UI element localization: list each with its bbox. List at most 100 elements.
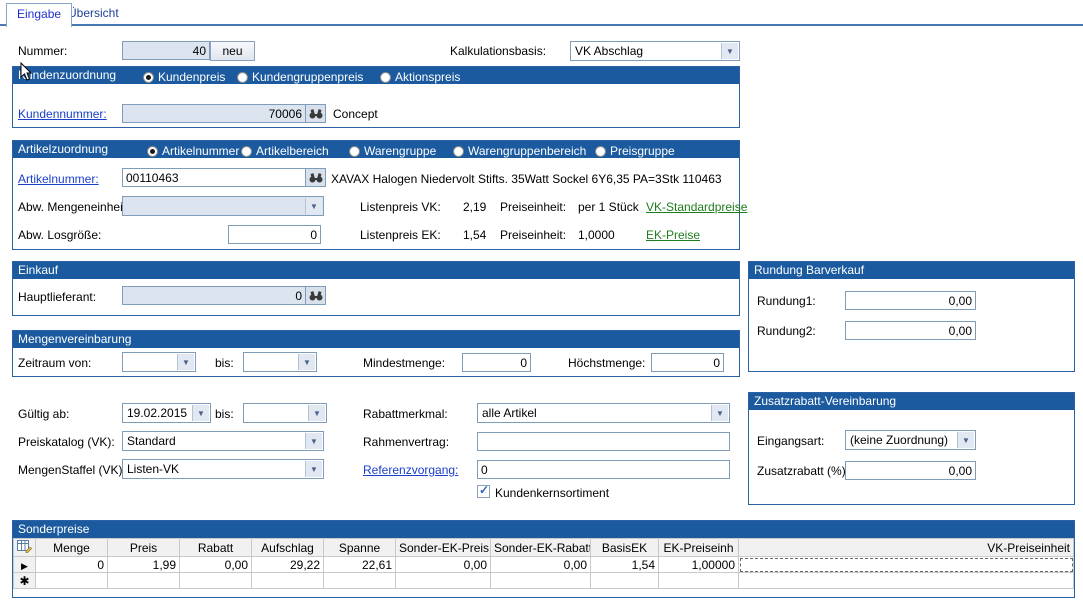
nummer-label: Nummer: <box>18 44 67 58</box>
artikelnummer-link[interactable]: Artikelnummer: <box>18 172 99 186</box>
zeitraum-bis-label: bis: <box>215 356 234 370</box>
abw-mengeneinheit-select[interactable] <box>122 196 324 216</box>
mengenvereinbarung-title: Mengenvereinbarung <box>18 332 131 346</box>
artikelnummer-lookup-button[interactable] <box>305 168 326 187</box>
cell-empty[interactable] <box>36 573 108 589</box>
table-row: ▶ 0 1,99 0,00 29,22 22,61 0,00 0,00 1,54… <box>14 557 1074 573</box>
rundung1-field[interactable] <box>845 291 976 310</box>
cell-empty[interactable] <box>396 573 491 589</box>
sonderpreise-group: Sonderpreise Menge Preis Rabatt Aufschla… <box>12 520 1075 598</box>
kundenzuordnung-header: Kundenzuordnung Kundenpreis Kundengruppe… <box>13 67 739 84</box>
eingangsart-select[interactable]: (keine Zuordnung) <box>845 430 976 450</box>
cell-empty[interactable] <box>252 573 324 589</box>
artikel-description: XAVAX Halogen Niedervolt Stifts. 35Watt … <box>331 172 722 186</box>
zusatzrabatt-field[interactable] <box>845 461 976 480</box>
mindestmenge-field[interactable] <box>462 353 531 372</box>
radio-aktionspreis[interactable]: Aktionspreis <box>380 69 460 86</box>
radio-preisgruppe[interactable]: Preisgruppe <box>595 143 675 160</box>
kalkulationsbasis-label: Kalkulationsbasis: <box>450 44 546 58</box>
cell-empty[interactable] <box>591 573 659 589</box>
hauptlieferant-field[interactable] <box>122 286 306 305</box>
cell-preis[interactable]: 1,99 <box>108 557 180 573</box>
mouse-cursor <box>20 62 32 81</box>
hauptlieferant-lookup-button[interactable] <box>305 286 326 305</box>
einkauf-header: Einkauf <box>13 262 739 279</box>
artikelnummer-field[interactable] <box>122 168 306 187</box>
cell-sonder-ek-rabatt[interactable]: 0,00 <box>491 557 591 573</box>
rahmenvertrag-field[interactable] <box>477 432 730 451</box>
referenzvorgang-field[interactable] <box>477 460 730 479</box>
radio-warengruppenbereich[interactable]: Warengruppenbereich <box>453 143 586 160</box>
column-header-basisek[interactable]: BasisEK <box>591 539 659 557</box>
cell-spanne[interactable]: 22,61 <box>324 557 396 573</box>
column-header-menge[interactable]: Menge <box>36 539 108 557</box>
radio-kundenpreis[interactable]: Kundenpreis <box>143 69 225 86</box>
table-corner-cell[interactable] <box>14 539 36 557</box>
cell-menge[interactable]: 0 <box>36 557 108 573</box>
gueltig-bis-select[interactable] <box>243 403 327 423</box>
vk-standardpreise-link[interactable]: VK-Standardpreise <box>646 200 747 214</box>
hoechstmenge-field[interactable] <box>651 353 724 372</box>
column-header-rabatt[interactable]: Rabatt <box>180 539 252 557</box>
radio-artikelnummer[interactable]: Artikelnummer <box>147 143 239 160</box>
zeitraum-bis-select[interactable] <box>243 352 317 372</box>
column-header-ek-preiseinh[interactable]: EK-Preiseinh <box>659 539 739 557</box>
cell-sonder-ek-preis[interactable]: 0,00 <box>396 557 491 573</box>
radio-label: Warengruppenbereich <box>468 143 586 160</box>
kundenkernsortiment-checkbox[interactable] <box>477 485 490 498</box>
listenpreis-ek-value: 1,54 <box>463 228 486 242</box>
column-header-aufschlag[interactable]: Aufschlag <box>252 539 324 557</box>
cell-empty[interactable] <box>659 573 739 589</box>
gueltig-ab-label: Gültig ab: <box>18 407 69 421</box>
table-row-new: ✱ <box>14 573 1074 589</box>
tab-eingabe[interactable]: Eingabe <box>6 3 72 27</box>
rundung2-field[interactable] <box>845 321 976 340</box>
neu-button[interactable]: neu <box>210 41 255 61</box>
cell-empty[interactable] <box>324 573 396 589</box>
abw-losgroesse-field[interactable] <box>228 225 321 244</box>
kundennummer-link[interactable]: Kundennummer: <box>18 107 107 121</box>
rabattmerkmal-select[interactable]: alle Artikel <box>477 403 730 423</box>
ek-preise-link[interactable]: EK-Preise <box>646 228 700 242</box>
kalkulationsbasis-select[interactable]: VK Abschlag <box>570 41 740 61</box>
kundenkernsortiment-label: Kundenkernsortiment <box>495 486 609 500</box>
cell-vk-preiseinheit[interactable] <box>739 557 1074 573</box>
gueltig-ab-select[interactable]: 19.02.2015 <box>122 403 211 423</box>
column-header-sonder-ek-preis[interactable]: Sonder-EK-Preis <box>396 539 491 557</box>
cell-empty[interactable] <box>739 573 1074 589</box>
column-header-sonder-ek-rabatt[interactable]: Sonder-EK-Rabatt <box>491 539 591 557</box>
artikelzuordnung-title: Artikelzuordnung <box>18 142 108 156</box>
nummer-field[interactable] <box>122 41 210 60</box>
column-header-vk-preiseinheit[interactable]: VK-Preiseinheit <box>739 539 1074 557</box>
chevron-down-icon <box>957 432 974 448</box>
chevron-down-icon <box>298 354 315 370</box>
radio-artikelbereich[interactable]: Artikelbereich <box>241 143 329 160</box>
radio-label: Preisgruppe <box>610 143 675 160</box>
radio-kundengruppenpreis[interactable]: Kundengruppenpreis <box>237 69 363 86</box>
kundenzuordnung-title: Kundenzuordnung <box>18 68 116 82</box>
kundennummer-field[interactable] <box>122 104 306 123</box>
rahmenvertrag-label: Rahmenvertrag: <box>363 435 449 449</box>
rundung-title: Rundung Barverkauf <box>754 263 864 277</box>
cell-rabatt[interactable]: 0,00 <box>180 557 252 573</box>
mindestmenge-label: Mindestmenge: <box>363 356 445 370</box>
cell-basisek[interactable]: 1,54 <box>591 557 659 573</box>
zeitraum-von-select[interactable] <box>122 352 196 372</box>
column-header-preis[interactable]: Preis <box>108 539 180 557</box>
kundennummer-lookup-button[interactable] <box>305 104 326 123</box>
cell-empty[interactable] <box>180 573 252 589</box>
cell-empty[interactable] <box>108 573 180 589</box>
cell-aufschlag[interactable]: 29,22 <box>252 557 324 573</box>
eingangsart-label: Eingangsart: <box>757 434 824 448</box>
radio-warengruppe[interactable]: Warengruppe <box>349 143 436 160</box>
column-header-spanne[interactable]: Spanne <box>324 539 396 557</box>
new-row-selector[interactable]: ✱ <box>14 573 36 589</box>
preiskatalog-select[interactable]: Standard <box>122 431 324 451</box>
radio-label: Kundengruppenpreis <box>252 69 363 86</box>
cell-empty[interactable] <box>491 573 591 589</box>
cell-ek-preiseinh[interactable]: 1,00000 <box>659 557 739 573</box>
referenzvorgang-link[interactable]: Referenzvorgang: <box>363 463 458 477</box>
kalkulationsbasis-value: VK Abschlag <box>575 44 721 58</box>
mengenstaffel-select[interactable]: Listen-VK <box>122 459 324 479</box>
current-row-selector[interactable]: ▶ <box>14 557 36 573</box>
